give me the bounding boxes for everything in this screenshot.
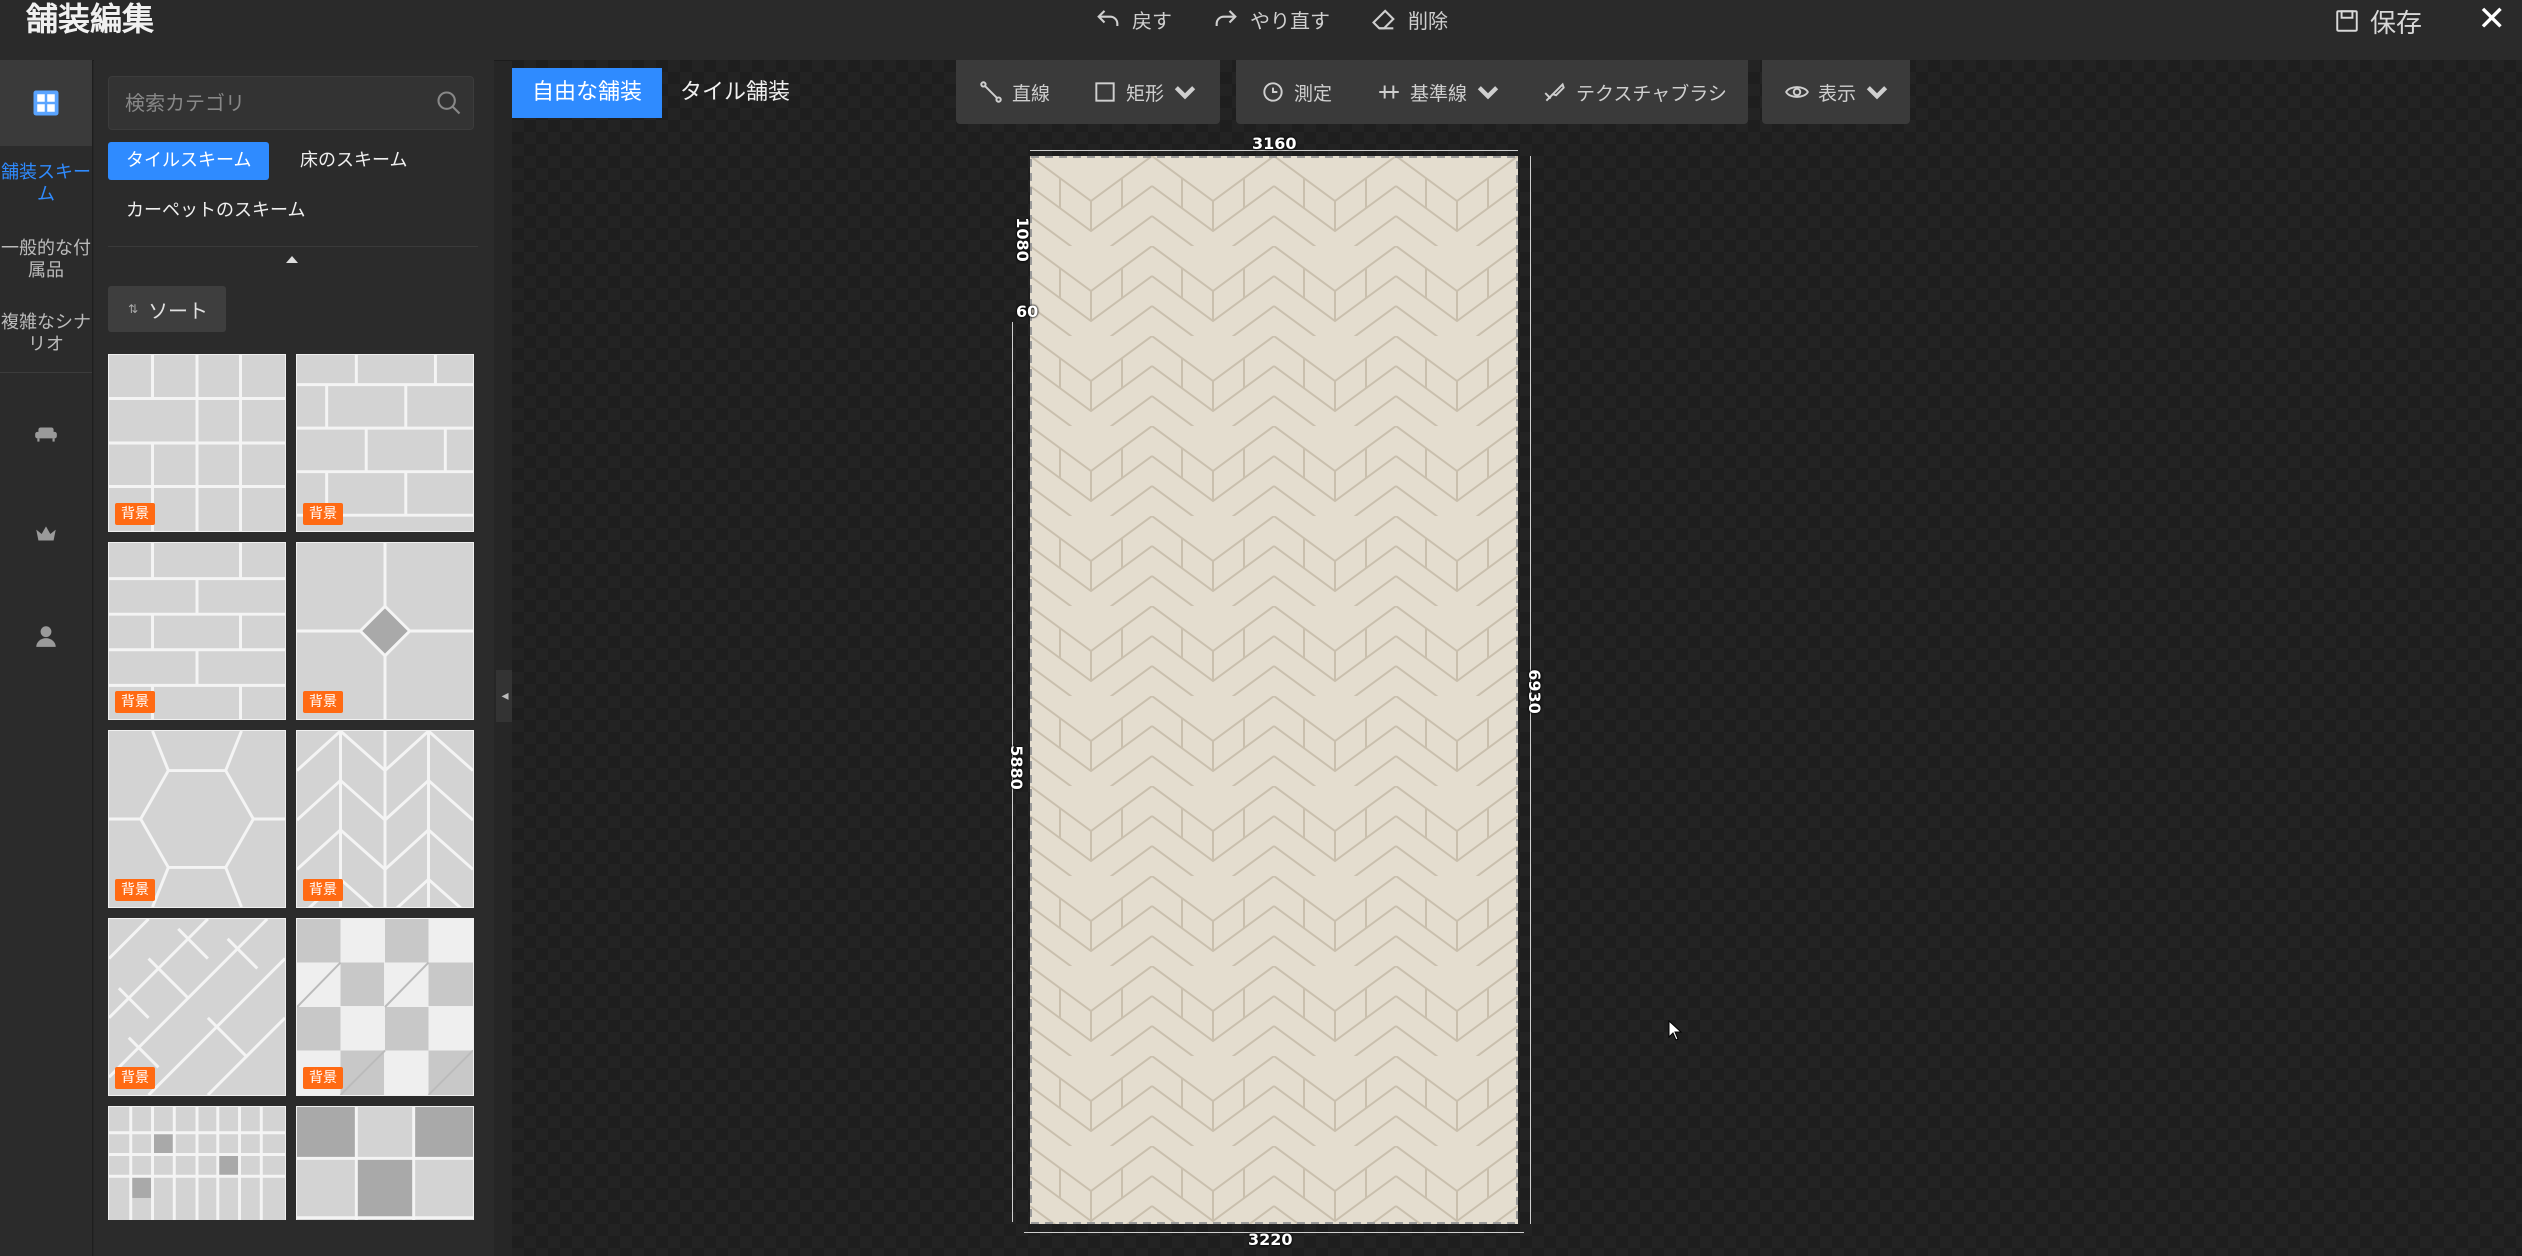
tab-free-paving[interactable]: 自由な舗装 [512, 68, 663, 118]
undo-icon [1097, 10, 1119, 26]
tile-mixed-grid-pattern [109, 1107, 285, 1220]
measure-tool[interactable]: 測定 [1260, 60, 1332, 124]
save-button[interactable]: 保存 [2334, 2, 2422, 40]
delete-label: 削除 [1408, 8, 1448, 33]
save-icon [2336, 10, 2358, 32]
chevron-down-icon [1477, 86, 1499, 100]
chip-carpet-scheme[interactable]: カーペットのスキーム [108, 192, 323, 230]
line-icon [980, 81, 1002, 103]
scheme-tile-herringbone[interactable]: 背景 [108, 918, 286, 1096]
eye-icon [1785, 86, 1809, 98]
close-button[interactable]: ✕ [2478, 0, 2507, 38]
dimension-bottom: 3220 [1248, 1230, 1293, 1249]
collapse-up-icon[interactable] [286, 256, 298, 263]
mouse-cursor-icon [1668, 1020, 1683, 1041]
left-rail: 舗装スキーム 一般的な付属品 複雑なシナリオ [0, 60, 93, 1256]
scheme-tile-checker[interactable]: 背景 [296, 918, 474, 1096]
guide-tool-label: 基準線 [1410, 82, 1468, 105]
sort-icon: ⇅ [128, 302, 139, 316]
display-tool[interactable]: 表示 [1784, 60, 1890, 124]
line-tool-label: 直線 [1012, 82, 1051, 105]
redo-icon [1215, 10, 1237, 26]
chip-tile-scheme[interactable]: タイルスキーム [108, 142, 270, 180]
display-tool-label: 表示 [1818, 82, 1857, 105]
delete-button[interactable]: 削除 [1370, 2, 1448, 36]
measure-icon [1263, 82, 1283, 102]
scheme-tile-staggered[interactable]: 背景 [108, 542, 286, 720]
scheme-tile-grid[interactable]: 背景 [108, 354, 286, 532]
guide-tool[interactable]: 基準線 [1376, 60, 1501, 124]
undo-button[interactable]: 戻す [1094, 2, 1172, 36]
sofa-icon[interactable] [26, 414, 66, 454]
dimension-top: 3160 [1252, 134, 1297, 153]
dimension-left-offset: 60 [1016, 302, 1039, 321]
rail-item-accessories[interactable]: 一般的な付属品 [0, 238, 92, 282]
scheme-tile-chevron[interactable]: 背景 [296, 730, 474, 908]
measure-tool-label: 測定 [1294, 82, 1333, 105]
background-badge: 背景 [115, 691, 155, 713]
sort-button[interactable]: ⇅ ソート [108, 286, 226, 332]
save-label: 保存 [2369, 8, 2422, 39]
dimension-right: 6930 [1524, 669, 1544, 714]
undo-label: 戻す [1132, 8, 1172, 33]
grid-icon [33, 90, 59, 116]
background-badge: 背景 [303, 503, 343, 525]
scheme-tile-brick[interactable]: 背景 [296, 354, 474, 532]
scheme-grid: 背景 背景 背景 背景 背景 背景 背景 背景 [108, 354, 484, 1220]
texture-brush-label: テクスチャブラシ [1576, 82, 1727, 105]
rail-item-complex-scenarios[interactable]: 複雑なシナリオ [0, 312, 92, 356]
panel-divider [108, 246, 478, 247]
floor-plan-area[interactable] [1030, 156, 1518, 1224]
brush-icon [1544, 82, 1565, 102]
background-badge: 背景 [115, 1067, 155, 1089]
rail-item-paving-scheme[interactable]: 舗装スキーム [0, 162, 92, 206]
sort-label: ソート [148, 298, 209, 323]
tool-group-display: 表示 [1762, 60, 1910, 124]
app-title: 舗装編集 [26, 0, 155, 38]
collapse-left-icon: ◂ [501, 688, 509, 704]
search-box [108, 76, 474, 130]
rect-tool-label: 矩形 [1126, 82, 1165, 105]
scheme-tile-mixed-grid[interactable] [108, 1106, 286, 1220]
paving-scheme-tab-icon-box[interactable] [0, 60, 92, 146]
background-badge: 背景 [115, 503, 155, 525]
background-badge: 背景 [303, 1067, 343, 1089]
background-badge: 背景 [303, 691, 343, 713]
title-bar: 舗装編集 戻す やり直す 削除 保存 ✕ [0, 0, 2522, 61]
category-panel: タイルスキーム 床のスキーム カーペットのスキーム ⇅ ソート 背景 背景 背景… [94, 60, 582, 1256]
dimension-left: 5880 [1006, 745, 1026, 790]
scheme-tile-hexagon[interactable]: 背景 [108, 730, 286, 908]
tool-group-measure: 測定 基準線 テクスチャブラシ [1236, 60, 1748, 124]
dimension-left-top: 1080 [1012, 217, 1032, 262]
rail-divider [0, 372, 92, 373]
herringbone-texture [1030, 156, 1518, 1224]
rect-tool[interactable]: 矩形 [1092, 60, 1198, 124]
tool-group-draw: 直線 矩形 [956, 60, 1220, 124]
guide-line-icon [1379, 85, 1399, 99]
user-icon[interactable] [26, 616, 66, 656]
chip-floor-scheme[interactable]: 床のスキーム [282, 142, 425, 180]
chevron-down-icon [1174, 86, 1196, 100]
search-input[interactable] [123, 77, 417, 129]
redo-button[interactable]: やり直す [1212, 2, 1330, 36]
eraser-icon [1372, 9, 1395, 30]
search-icon[interactable] [435, 89, 463, 117]
tile-blocks-pattern [297, 1107, 473, 1220]
texture-brush-tool[interactable]: テクスチャブラシ [1542, 60, 1727, 124]
background-badge: 背景 [115, 879, 155, 901]
line-tool[interactable]: 直線 [978, 60, 1050, 124]
scheme-tile-blocks[interactable] [296, 1106, 474, 1220]
crown-icon[interactable] [26, 514, 66, 554]
chevron-down-icon [1866, 86, 1888, 100]
scheme-tile-diamond[interactable]: 背景 [296, 542, 474, 720]
tab-tile-paving[interactable]: タイル舗装 [660, 68, 810, 118]
background-badge: 背景 [303, 879, 343, 901]
rectangle-icon [1095, 82, 1115, 102]
redo-label: やり直す [1250, 8, 1330, 33]
